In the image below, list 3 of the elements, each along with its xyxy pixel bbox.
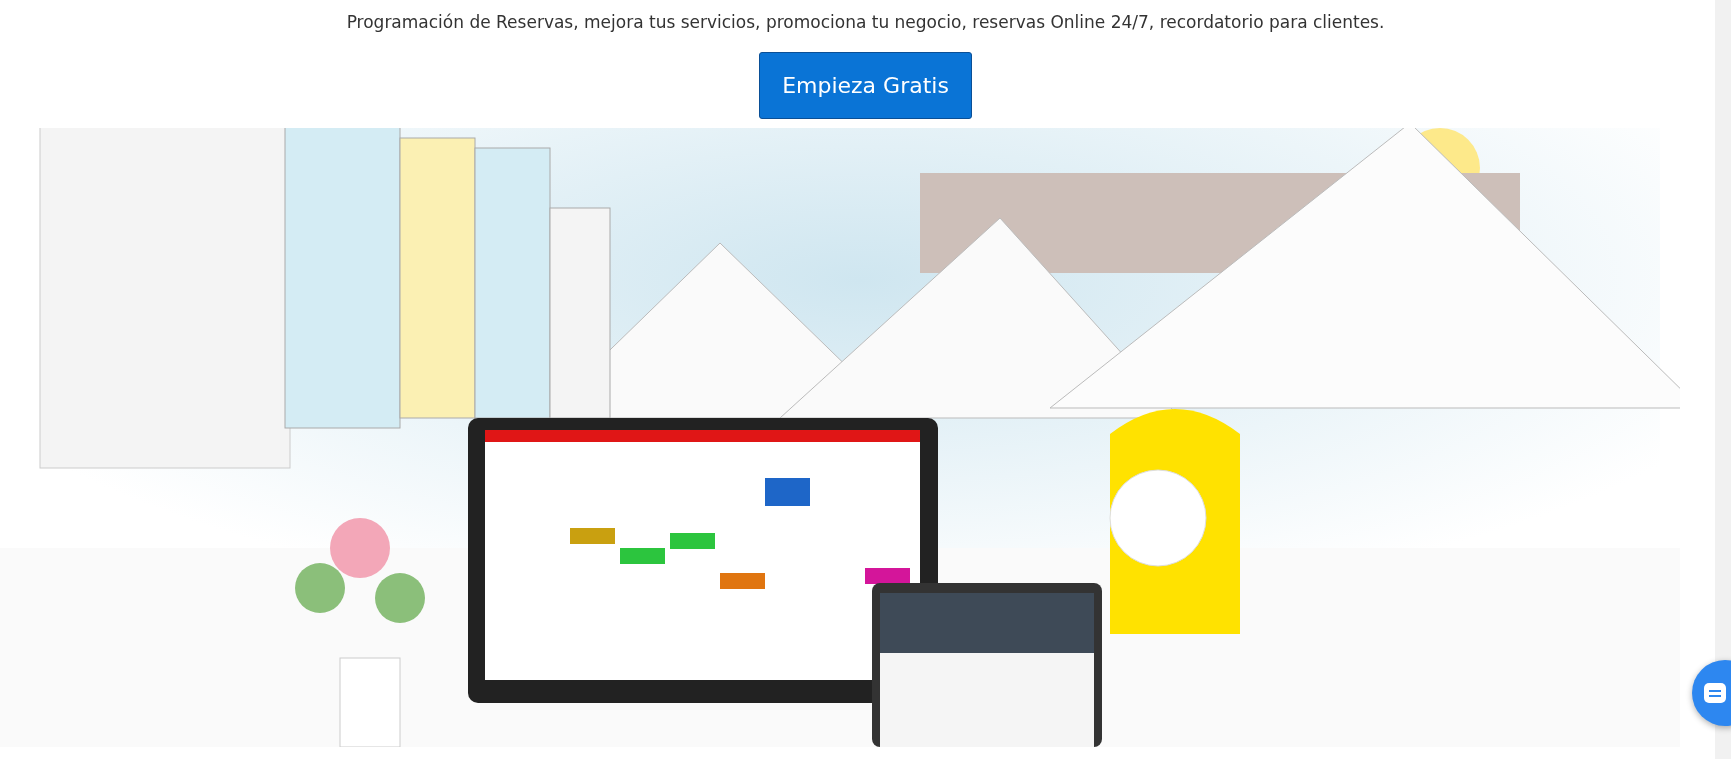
start-free-button[interactable]: Empieza Gratis <box>759 52 972 119</box>
subtitle: Programación de Reservas, mejora tus servicios, promociona tu negocio, reservas Online 24/7, recordatorio para clientes. <box>346 12 1385 32</box>
chat-icon <box>1704 683 1726 703</box>
